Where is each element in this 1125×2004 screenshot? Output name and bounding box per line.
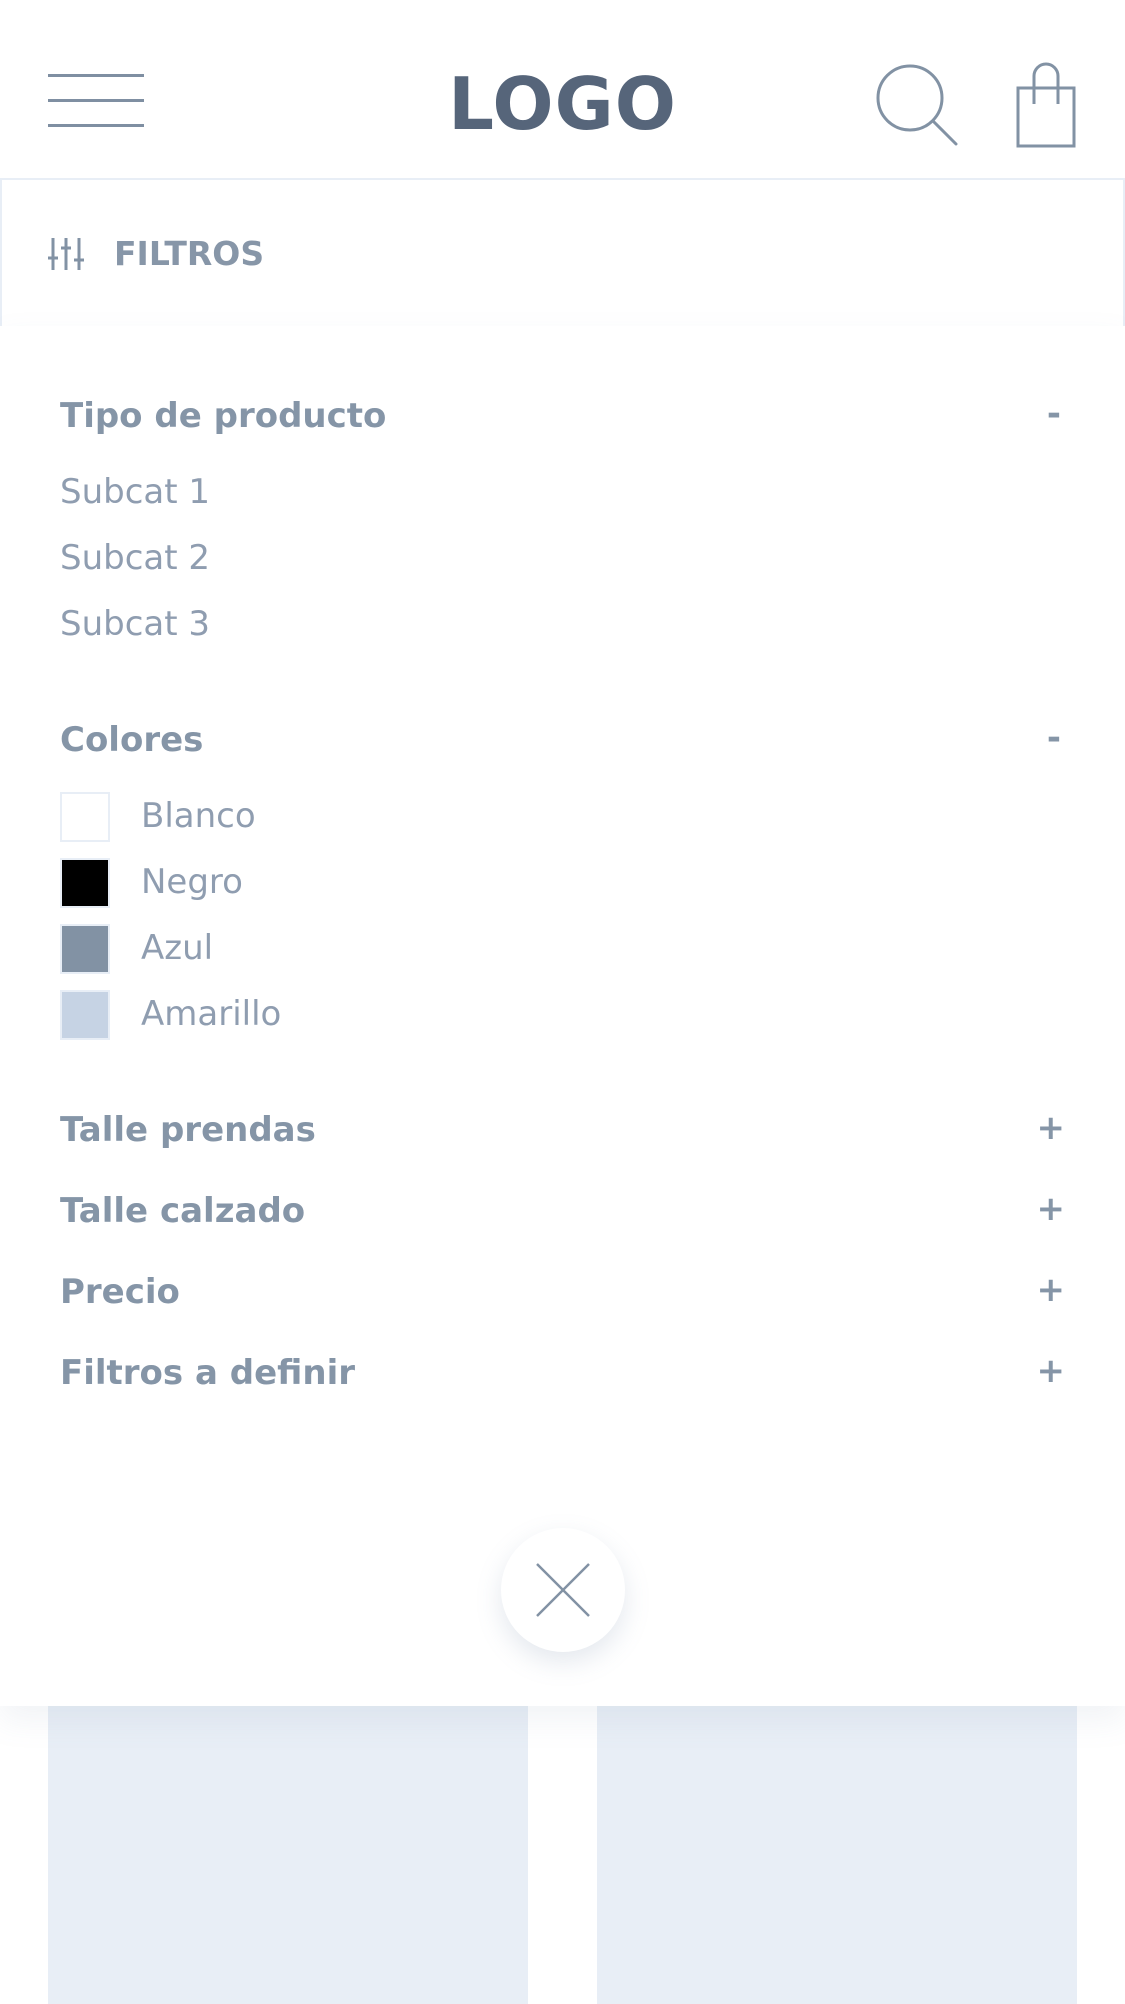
color-label: Azul: [141, 928, 214, 968]
search-icon[interactable]: [874, 62, 960, 148]
subcat-item[interactable]: Subcat 3: [60, 600, 210, 648]
color-swatch: [60, 990, 110, 1040]
shopping-bag-icon[interactable]: [1012, 60, 1080, 150]
section-title: Talle calzado: [60, 1191, 306, 1231]
color-swatch: [60, 924, 110, 974]
section-title: Precio: [60, 1272, 180, 1312]
filter-section-shoe-size[interactable]: Talle calzado +: [60, 1183, 1065, 1239]
section-title: Tipo de producto: [60, 396, 387, 436]
filter-section-price[interactable]: Precio +: [60, 1264, 1065, 1320]
section-title: Colores: [60, 720, 204, 760]
filter-section-tbd[interactable]: Filtros a definir +: [60, 1345, 1065, 1401]
color-label: Amarillo: [141, 994, 282, 1034]
hamburger-menu-icon[interactable]: [48, 72, 144, 132]
sliders-icon: [48, 238, 84, 270]
menu-bar: [48, 99, 144, 102]
filter-section-colors[interactable]: Colores -: [60, 712, 1065, 768]
filter-section-clothing-size[interactable]: Talle prendas +: [60, 1102, 1065, 1158]
filters-toggle-bar[interactable]: FILTROS: [0, 178, 1125, 328]
menu-bar: [48, 74, 144, 77]
color-label: Blanco: [141, 796, 256, 836]
section-title: Filtros a definir: [60, 1353, 355, 1393]
collapse-toggle[interactable]: -: [1047, 716, 1061, 760]
expand-toggle[interactable]: +: [1037, 1106, 1066, 1150]
close-icon: [536, 1563, 590, 1617]
expand-toggle[interactable]: +: [1037, 1349, 1066, 1393]
expand-toggle[interactable]: +: [1037, 1187, 1066, 1231]
color-label: Negro: [141, 862, 243, 902]
section-title: Talle prendas: [60, 1110, 316, 1150]
product-card-placeholder[interactable]: [48, 1706, 528, 2004]
filter-section-product-type[interactable]: Tipo de producto -: [60, 388, 1065, 444]
color-swatch: [60, 858, 110, 908]
color-swatch: [60, 792, 110, 842]
menu-bar: [48, 124, 144, 127]
app-header: LOGO: [0, 0, 1125, 178]
expand-toggle[interactable]: +: [1037, 1268, 1066, 1312]
product-card-placeholder[interactable]: [597, 1706, 1077, 2004]
collapse-toggle[interactable]: -: [1047, 392, 1061, 436]
filters-panel: Tipo de producto - Subcat 1 Subcat 2 Sub…: [0, 326, 1125, 1706]
subcat-item[interactable]: Subcat 2: [60, 534, 210, 582]
subcat-item[interactable]: Subcat 1: [60, 468, 210, 516]
close-filters-button[interactable]: [501, 1528, 625, 1652]
filters-label: FILTROS: [114, 234, 265, 273]
